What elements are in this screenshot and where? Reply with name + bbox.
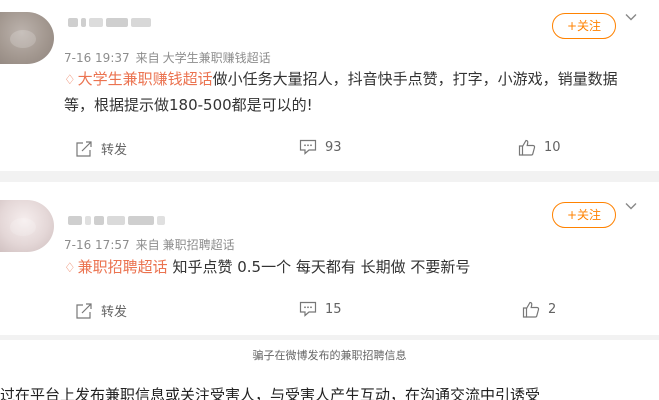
weibo-feed-screenshot: 7-16 19:37 来自 大学生兼职赚钱超话 +关注 ♢ 大学生兼职赚钱超话做小任务… — [0, 0, 659, 340]
repost-label: 转发 — [101, 143, 128, 158]
post-time[interactable]: 7-16 17:57 — [64, 238, 130, 252]
repost-icon — [76, 140, 92, 157]
comment-count: 93 — [325, 139, 342, 155]
source-prefix: 来自 — [135, 51, 160, 65]
source-prefix: 来自 — [135, 238, 160, 252]
comment-icon — [299, 139, 317, 155]
repost-label: 转发 — [101, 305, 128, 320]
follow-button[interactable]: +关注 — [552, 13, 616, 39]
comment-count: 15 — [325, 301, 342, 317]
comment-icon — [299, 301, 317, 317]
thumbs-up-icon — [518, 139, 536, 156]
username-blurred[interactable] — [68, 212, 165, 228]
post-content: ♢ 大学生兼职赚钱超话做小任务大量招人，抖音快手点赞，打字，小游戏，销量数据等，根… — [64, 67, 630, 117]
like-count: 2 — [548, 302, 557, 317]
follow-button[interactable]: +关注 — [552, 202, 616, 228]
post-source[interactable]: 兼职招聘超话 — [163, 238, 235, 252]
post-content: ♢ 兼职招聘超话 知乎点赞 0.5一个 每天都有 长期做 不要新号 — [64, 255, 630, 281]
weibo-post-card: 7-16 19:37 来自 大学生兼职赚钱超话 +关注 ♢ 大学生兼职赚钱超话做小任务… — [0, 0, 659, 171]
weibo-post-card: 7-16 17:57 来自 兼职招聘超话 +关注 ♢ 兼职招聘超话 知乎点赞 0.5一… — [0, 182, 659, 335]
like-action[interactable]: 10 — [518, 139, 561, 156]
post-text: 知乎点赞 0.5一个 每天都有 长期做 不要新号 — [167, 258, 471, 276]
avatar[interactable] — [0, 12, 54, 64]
comment-action[interactable]: 93 — [299, 139, 342, 155]
post-meta: 7-16 19:37 来自 大学生兼职赚钱超话 — [64, 49, 277, 66]
avatar[interactable] — [0, 200, 54, 252]
post-meta: 7-16 17:57 来自 兼职招聘超话 — [64, 236, 241, 253]
repost-icon — [76, 302, 92, 319]
post-time[interactable]: 7-16 19:37 — [64, 51, 130, 65]
like-action[interactable]: 2 — [522, 301, 556, 318]
chevron-down-icon[interactable] — [624, 10, 638, 24]
chevron-down-icon[interactable] — [624, 199, 638, 213]
like-count: 10 — [544, 140, 561, 155]
thumbs-up-icon — [522, 301, 540, 318]
comment-action[interactable]: 15 — [299, 301, 342, 317]
article-body-text: 过在平台上发布兼职信息或关注受害人，与受害人产生互动，在沟通交流中引诱受 — [0, 386, 541, 400]
topic-link[interactable]: 大学生兼职赚钱超话 — [78, 70, 213, 88]
post-source[interactable]: 大学生兼职赚钱超话 — [163, 51, 271, 65]
topic-diamond-icon: ♢ — [64, 73, 76, 88]
topic-diamond-icon: ♢ — [64, 261, 76, 276]
username-blurred[interactable] — [68, 14, 151, 30]
image-caption: 骗子在微博发布的兼职招聘信息 — [252, 349, 407, 362]
topic-link[interactable]: 兼职招聘超话 — [78, 258, 168, 276]
repost-action[interactable]: 转发 — [75, 301, 127, 320]
repost-action[interactable]: 转发 — [75, 139, 127, 158]
